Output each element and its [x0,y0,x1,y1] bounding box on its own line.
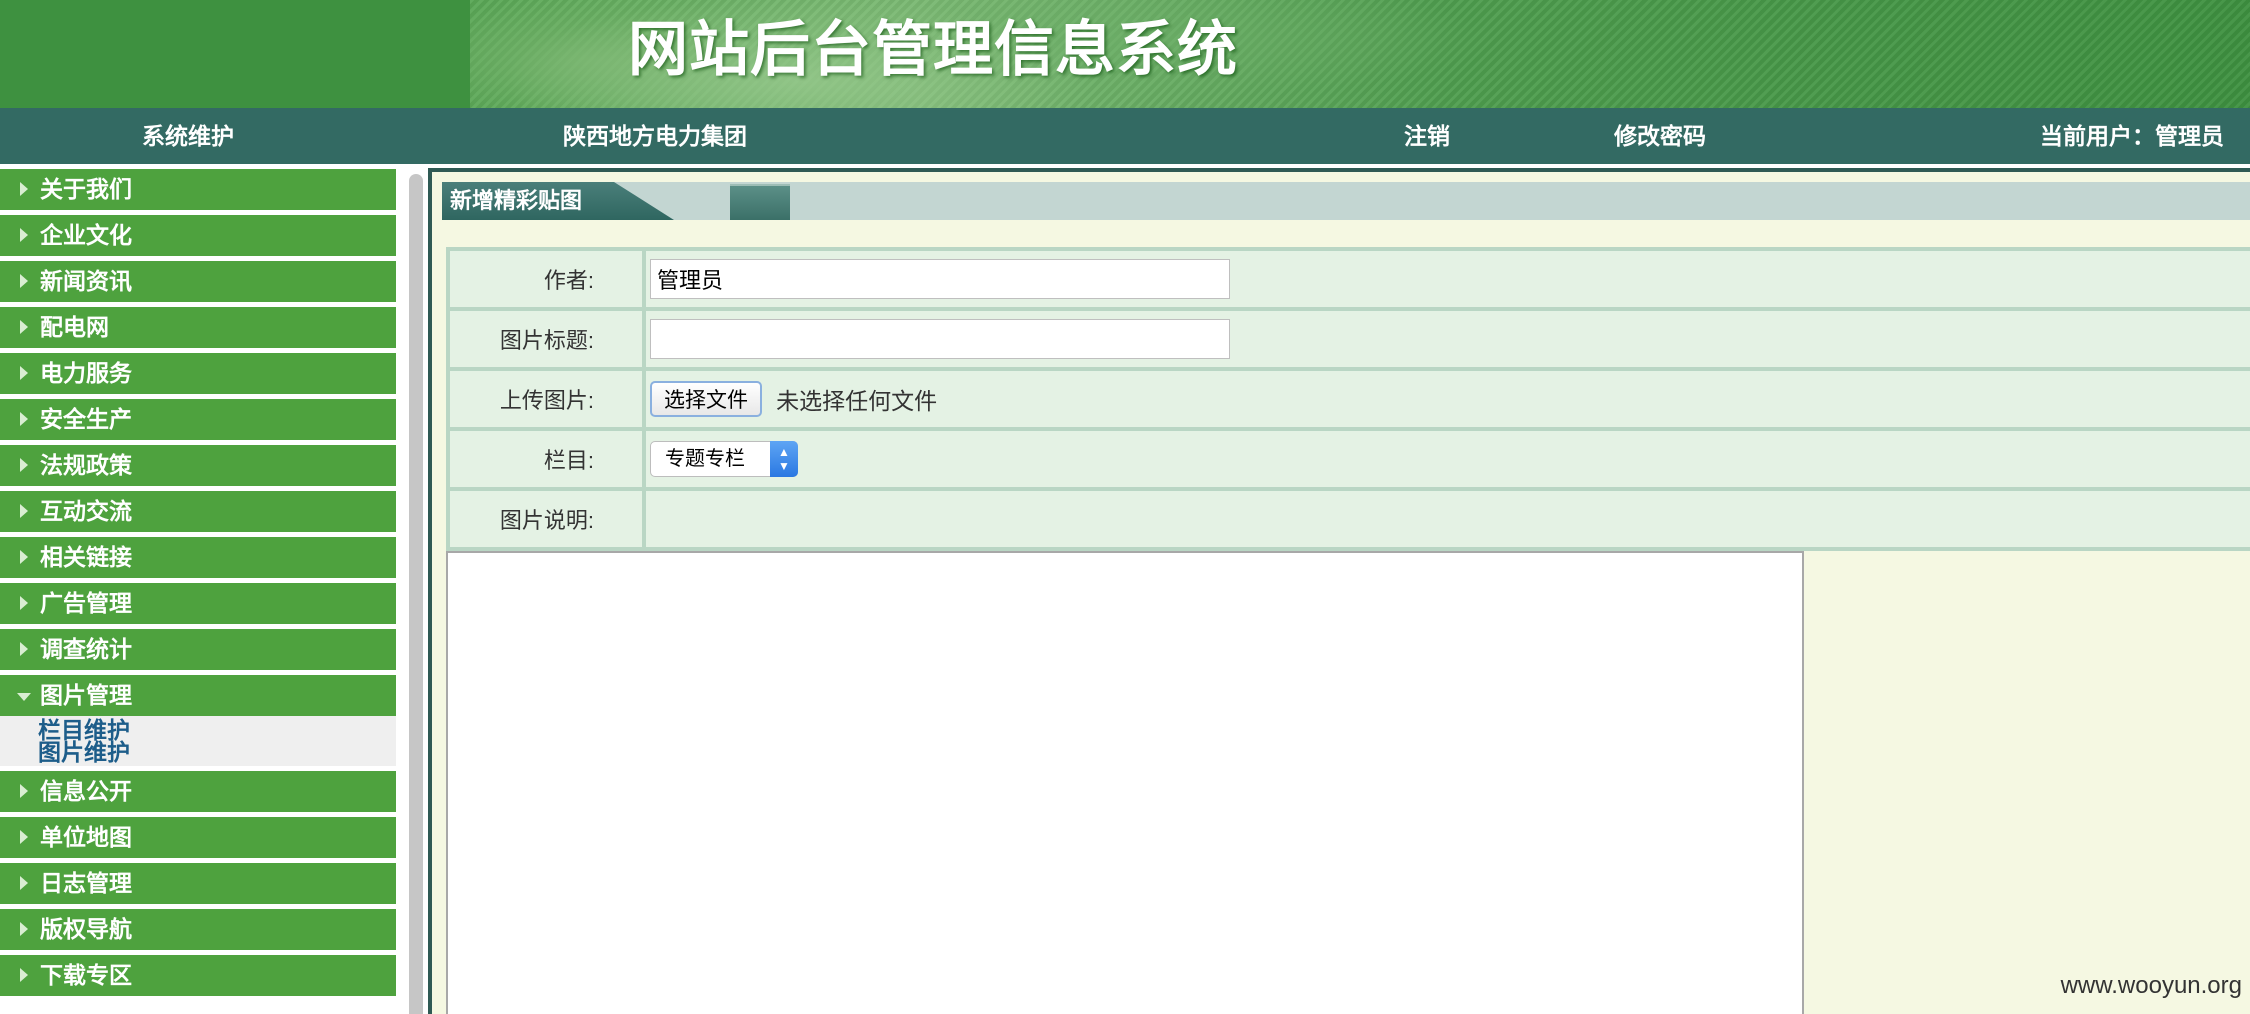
sidebar-item-label: 调查统计 [40,636,132,662]
top-navigation-bar: 系统维护 陕西地方电力集团 注销 修改密码 当前用户：管理员 [0,108,2250,164]
sidebar-item-label: 电力服务 [40,360,132,386]
submenu-item-column-maintenance[interactable]: 栏目维护 [38,719,396,742]
panel-title-tab: 新增精彩贴图 [442,182,674,220]
caret-right-icon [20,504,28,518]
choose-file-button[interactable]: 选择文件 [650,381,762,417]
picture-title-input[interactable] [650,319,1230,359]
caret-right-icon [20,320,28,334]
sidebar-item-log-management[interactable]: 日志管理 [0,858,396,904]
column-select-value: 专题专栏 [665,448,745,470]
caret-right-icon [20,830,28,844]
author-input[interactable] [650,259,1230,299]
caret-right-icon [20,550,28,564]
form-row-picture-title: 图片标题: [446,307,2250,371]
sidebar-item-interaction[interactable]: 互动交流 [0,486,396,532]
sidebar-item-label: 图片管理 [40,682,132,708]
sidebar-item-label: 单位地图 [40,824,132,850]
caret-right-icon [20,784,28,798]
sidebar-item-regulations[interactable]: 法规政策 [0,440,396,486]
form-row-column: 栏目: 专题专栏 ▲ ▼ [446,427,2250,491]
sidebar-item-label: 互动交流 [40,498,132,524]
sidebar-scrollbar[interactable] [409,174,423,1014]
panel-header: 新增精彩贴图 [442,182,2250,220]
sidebar-item-power-service[interactable]: 电力服务 [0,348,396,394]
sidebar-item-label: 法规政策 [40,452,132,478]
sidebar-item-label: 广告管理 [40,590,132,616]
caret-down-icon [17,693,31,701]
sidebar-item-label: 相关链接 [40,544,132,570]
caret-right-icon [20,228,28,242]
caret-right-icon [20,968,28,982]
header-banner: 网站后台管理信息系统 [0,0,2250,108]
sidebar-item-survey-statistics[interactable]: 调查统计 [0,624,396,670]
sidebar-item-corporate-culture[interactable]: 企业文化 [0,210,396,256]
sidebar-item-label: 新闻资讯 [40,268,132,294]
form-row-description: 图片说明: [446,487,2250,551]
caret-right-icon [20,876,28,890]
sidebar-item-picture-management[interactable]: 图片管理 [0,670,396,716]
sidebar-item-label: 日志管理 [40,870,132,896]
picture-management-submenu: 栏目维护 图片维护 [0,716,396,766]
sidebar-item-safety-production[interactable]: 安全生产 [0,394,396,440]
sidebar-item-label: 版权导航 [40,916,132,942]
author-label: 作者: [446,247,646,311]
sidebar-item-about-us[interactable]: 关于我们 [0,164,396,210]
caret-right-icon [20,412,28,426]
caret-right-icon [20,458,28,472]
caret-right-icon [20,596,28,610]
sidebar-item-unit-map[interactable]: 单位地图 [0,812,396,858]
picture-title-cell [642,307,2250,371]
sidebar-item-information-disclosure[interactable]: 信息公开 [0,766,396,812]
panel-header-decoration [730,184,790,220]
upload-picture-cell: 选择文件 未选择任何文件 [642,367,2250,431]
add-picture-form: 作者: 图片标题: 上传图片: 选择文件 未选择任何文件 栏目: 专题专栏 ▲▼ [446,247,2250,551]
form-row-author: 作者: [446,247,2250,311]
select-updown-icon: ▲ ▼ [770,441,798,477]
sidebar-item-label: 企业文化 [40,222,132,248]
column-label: 栏目: [446,427,646,491]
change-password-link[interactable]: 修改密码 [1614,108,1706,164]
system-title: 网站后台管理信息系统 [628,15,1238,85]
column-cell: 专题专栏 ▲ ▼ [642,427,2250,491]
main-content-panel: 新增精彩贴图 作者: 图片标题: 上传图片: 选择文件 未选择任何文件 栏目: [428,168,2250,1014]
sidebar-item-label: 信息公开 [40,778,132,804]
upload-picture-label: 上传图片: [446,367,646,431]
caret-right-icon [20,922,28,936]
author-cell [642,247,2250,311]
sidebar-item-downloads[interactable]: 下载专区 [0,950,396,996]
sidebar-item-distribution-network[interactable]: 配电网 [0,302,396,348]
current-user-label: 当前用户：管理员 [2040,123,2224,149]
sidebar-item-news[interactable]: 新闻资讯 [0,256,396,302]
description-editor[interactable] [446,551,1804,1014]
file-status-text: 未选择任何文件 [776,388,938,414]
sidebar-item-copyright-navigation[interactable]: 版权导航 [0,904,396,950]
nav-system-maintenance[interactable]: 系统维护 [142,108,234,164]
sidebar-item-label: 关于我们 [40,176,132,202]
nav-organization-name: 陕西地方电力集团 [563,123,747,149]
sidebar-item-label: 安全生产 [40,406,132,432]
submenu-item-picture-maintenance[interactable]: 图片维护 [38,741,396,764]
caret-right-icon [20,366,28,380]
caret-right-icon [20,182,28,196]
sidebar-menu: 关于我们 企业文化 新闻资讯 配电网 电力服务 安全生产 法规政策 互动交流 相… [0,164,400,1014]
sidebar-item-ad-management[interactable]: 广告管理 [0,578,396,624]
logout-link[interactable]: 注销 [1404,108,1450,164]
form-row-upload: 上传图片: 选择文件 未选择任何文件 [446,367,2250,431]
sidebar-item-related-links[interactable]: 相关链接 [0,532,396,578]
column-select[interactable]: 专题专栏 ▲ ▼ [650,441,798,477]
caret-right-icon [20,642,28,656]
watermark-text: www.wooyun.org [2060,972,2242,999]
picture-description-label: 图片说明: [446,487,646,551]
caret-right-icon [20,274,28,288]
picture-description-cell [642,487,2250,551]
sidebar-item-label: 下载专区 [40,962,132,988]
sidebar-item-label: 配电网 [40,314,109,340]
picture-title-label: 图片标题: [446,307,646,371]
